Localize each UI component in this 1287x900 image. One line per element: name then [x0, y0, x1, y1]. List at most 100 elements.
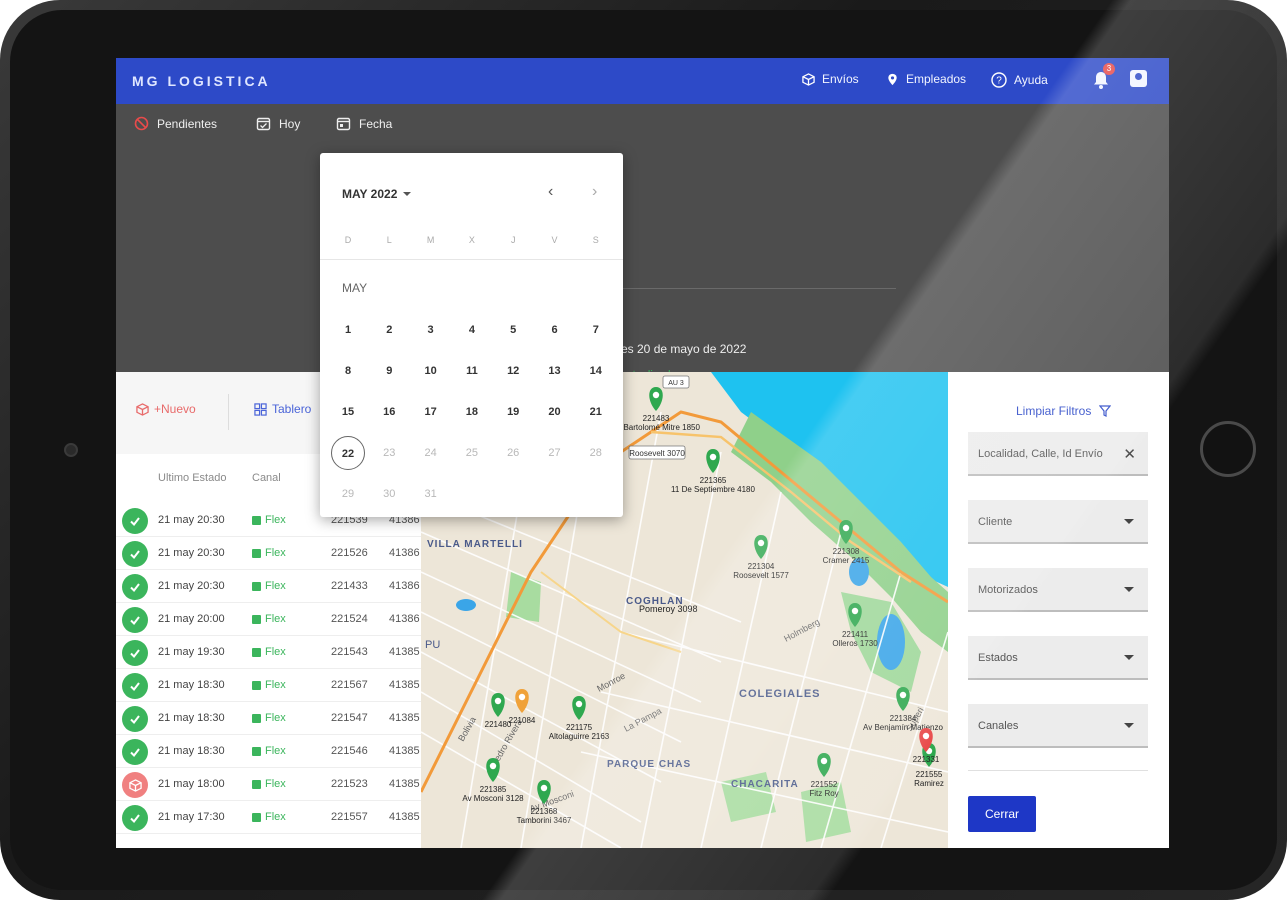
- table-row[interactable]: 21 may 20:30 Flex 221526 41386: [116, 537, 421, 570]
- table-row[interactable]: 21 may 18:30 Flex 221547 41385: [116, 702, 421, 735]
- calendar-day[interactable]: 25: [455, 436, 489, 470]
- profile-icon[interactable]: [1130, 70, 1147, 87]
- calendar-day[interactable]: 18: [455, 395, 489, 429]
- table-row[interactable]: 21 may 18:30 Flex 221546 41385: [116, 735, 421, 768]
- calendar-day[interactable]: 4: [455, 313, 489, 347]
- row-canal-label: Flex: [265, 778, 286, 790]
- row-id: 221523: [331, 778, 368, 790]
- column-header-canal[interactable]: Canal: [252, 472, 281, 484]
- map-marker[interactable]: 221304Roosevelt 1577: [733, 535, 789, 580]
- calendar-day[interactable]: 31: [414, 477, 448, 511]
- pin-center: [757, 539, 765, 547]
- calendar-day[interactable]: 17: [414, 395, 448, 429]
- board-button-label: Tablero: [272, 402, 312, 416]
- row-date: 21 may 18:30: [158, 745, 225, 757]
- row-date: 21 may 20:00: [158, 613, 225, 625]
- location-pin-icon: [888, 73, 897, 85]
- box-icon: [122, 772, 148, 798]
- nav-ayuda[interactable]: ? Ayuda: [991, 72, 1048, 88]
- previous-month-icon[interactable]: ‹: [548, 183, 553, 201]
- date-picker-popup: MAY 2022 ‹ › DLMXJVS MAY 1 2 3 4 5 6 7 8 9 10 11 12…: [320, 153, 623, 517]
- table-row[interactable]: 21 may 17:30 Flex 221557 41385: [116, 801, 421, 834]
- calendar-day[interactable]: 24: [414, 436, 448, 470]
- calendar-day[interactable]: 13: [538, 354, 572, 388]
- calendar-day[interactable]: 1: [331, 313, 365, 347]
- pin-center: [575, 700, 583, 708]
- calendar-day[interactable]: 20: [538, 395, 572, 429]
- clear-filters-button[interactable]: Limpiar Filtros: [1016, 404, 1112, 418]
- nav-envios[interactable]: Envíos: [802, 72, 859, 86]
- next-month-icon[interactable]: ›: [592, 183, 597, 201]
- canales-select[interactable]: Canales: [968, 704, 1148, 748]
- filter-fecha[interactable]: Fecha: [336, 116, 392, 131]
- home-button[interactable]: [1200, 421, 1256, 477]
- marker-address: Altolaguirre 2163: [549, 732, 610, 741]
- row-id: 221546: [331, 745, 368, 757]
- pond: [456, 599, 476, 611]
- calendar-day[interactable]: 23: [372, 436, 406, 470]
- calendar-day[interactable]: 2: [372, 313, 406, 347]
- calendar-day[interactable]: 14: [579, 354, 613, 388]
- pin-center: [494, 697, 502, 705]
- new-shipment-button[interactable]: +Nuevo: [136, 402, 196, 416]
- calendar-day[interactable]: 30: [372, 477, 406, 511]
- flex-icon: [252, 680, 261, 690]
- board-button[interactable]: Tablero: [254, 402, 311, 416]
- flex-icon: [252, 515, 261, 525]
- table-row[interactable]: 21 may 18:00 Flex 221523 41385: [116, 768, 421, 801]
- actions-divider: [228, 394, 229, 430]
- map-marker[interactable]: 221552Fitz Roy: [809, 753, 839, 798]
- marker-id: 221384: [890, 714, 917, 723]
- table-row[interactable]: 21 may 18:30 Flex 221567 41385: [116, 669, 421, 702]
- calendar-day[interactable]: 15: [331, 395, 365, 429]
- calendar-day[interactable]: 5: [496, 313, 530, 347]
- nav-empleados[interactable]: Empleados: [886, 72, 966, 86]
- calendar-day-selected[interactable]: 22: [331, 436, 365, 470]
- marker-address: Av Bartolomé Mitre 1850: [612, 423, 700, 432]
- pin-center: [489, 762, 497, 770]
- close-icon[interactable]: ✕: [1123, 445, 1136, 463]
- calendar-day[interactable]: 21: [579, 395, 613, 429]
- calendar-day[interactable]: 7: [579, 313, 613, 347]
- filter-pendientes[interactable]: Pendientes: [134, 116, 217, 131]
- calendar-day[interactable]: 9: [372, 354, 406, 388]
- map-marker[interactable]: 221175Altolaguirre 2163: [549, 696, 610, 741]
- calendar-day[interactable]: 8: [331, 354, 365, 388]
- table-row[interactable]: 21 may 20:30 Flex 221433 41386: [116, 570, 421, 603]
- estados-select[interactable]: Estados: [968, 636, 1148, 680]
- map-marker[interactable]: 221483Av Bartolomé Mitre 1850: [612, 387, 700, 432]
- calendar-day[interactable]: 11: [455, 354, 489, 388]
- marker-address: Av Benjamín Matienzo: [863, 723, 943, 732]
- close-button[interactable]: Cerrar: [968, 796, 1036, 832]
- search-filter-field[interactable]: Localidad, Calle, Id Envío ✕: [968, 432, 1148, 476]
- table-row[interactable]: 21 may 19:30 Flex 221543 41385: [116, 636, 421, 669]
- chevron-down-icon: [1124, 655, 1134, 660]
- pin-center: [851, 607, 859, 615]
- calendar-day[interactable]: 29: [331, 477, 365, 511]
- calendar-day[interactable]: 16: [372, 395, 406, 429]
- map-marker[interactable]: 221368Tamborini 3467: [517, 780, 572, 825]
- location-pin-icon: [649, 387, 663, 411]
- marker-address: Ramirez: [914, 779, 944, 788]
- pin-center: [518, 693, 526, 701]
- nav-envios-label: Envíos: [822, 72, 859, 86]
- calendar-day[interactable]: 10: [414, 354, 448, 388]
- calendar-day[interactable]: 27: [538, 436, 572, 470]
- chevron-down-icon: [1124, 723, 1134, 728]
- month-year-selector[interactable]: MAY 2022: [342, 187, 412, 201]
- cliente-select[interactable]: Cliente: [968, 500, 1148, 544]
- motorizados-select-label: Motorizados: [978, 584, 1038, 596]
- estados-select-label: Estados: [978, 652, 1018, 664]
- calendar-day[interactable]: 12: [496, 354, 530, 388]
- filter-hoy[interactable]: Hoy: [256, 116, 300, 131]
- map-marker[interactable]: 221084: [509, 689, 536, 725]
- motorizados-select[interactable]: Motorizados: [968, 568, 1148, 612]
- calendar-day[interactable]: 28: [579, 436, 613, 470]
- calendar-day[interactable]: 19: [496, 395, 530, 429]
- column-header-status[interactable]: Ultimo Estado: [158, 472, 226, 484]
- calendar-day[interactable]: 3: [414, 313, 448, 347]
- calendar-day[interactable]: 6: [538, 313, 572, 347]
- table-row[interactable]: 21 may 20:00 Flex 221524 41386: [116, 603, 421, 636]
- highway-label: AU 3: [668, 380, 684, 387]
- calendar-day[interactable]: 26: [496, 436, 530, 470]
